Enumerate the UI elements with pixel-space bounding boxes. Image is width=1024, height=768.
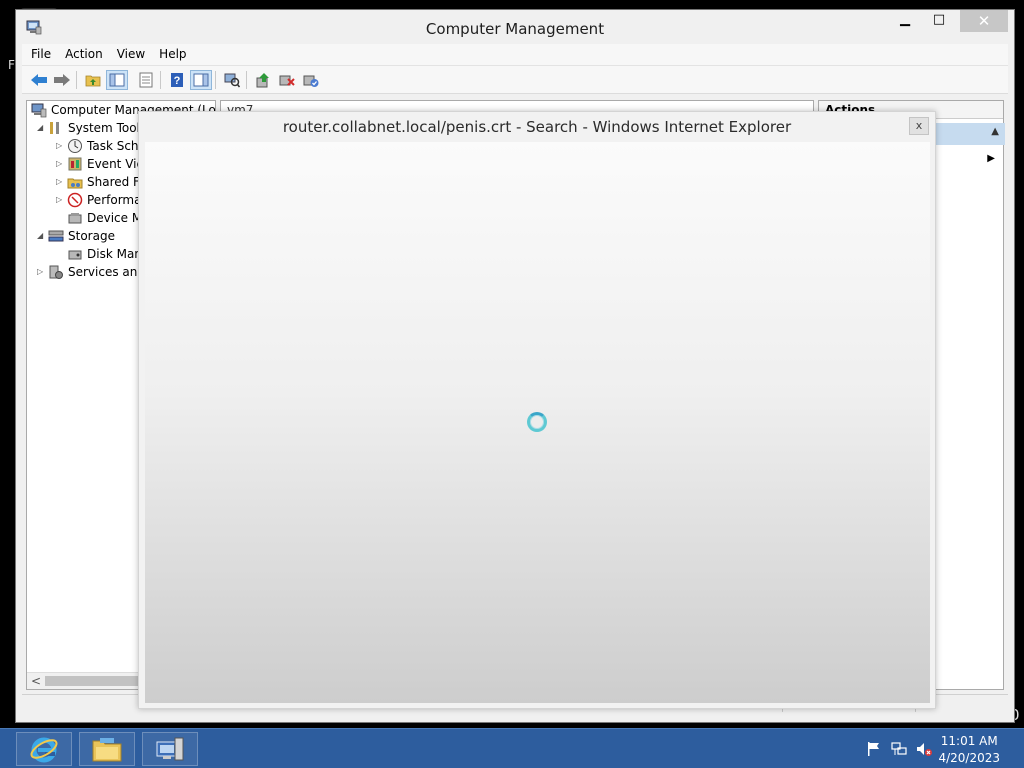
task-scheduler-icon — [68, 139, 82, 153]
ie-dialog-title: router.collabnet.local/penis.crt - Searc… — [282, 118, 792, 136]
close-button[interactable]: ✕ — [960, 10, 1008, 32]
server-manager-icon[interactable] — [142, 732, 198, 766]
expand-arrow-icon[interactable]: ▷ — [56, 160, 64, 168]
clock-time: 11:01 AM — [940, 734, 998, 748]
expand-arrow-icon[interactable]: ▷ — [56, 142, 64, 150]
expand-arrow-icon[interactable]: ▷ — [56, 196, 64, 204]
menu-bar: File Action View Help — [22, 44, 1008, 66]
tree-label: Device M — [87, 211, 143, 225]
title-bar[interactable]: Computer Management ▁ □ ✕ — [22, 10, 1008, 44]
tree-label: System Tools — [68, 121, 147, 135]
toolbar-separator — [246, 71, 247, 89]
expand-arrow-icon[interactable]: ▷ — [37, 268, 45, 276]
toolbar: ? — [22, 66, 1008, 94]
device-manager-icon — [68, 213, 82, 224]
expand-arrow-icon — [56, 250, 64, 258]
action-center-flag-icon[interactable] — [866, 741, 882, 757]
performance-icon — [67, 192, 83, 208]
system-clock[interactable]: 11:01 AM 4/20/2023 — [938, 733, 1000, 767]
shared-folders-icon — [67, 178, 83, 189]
tree-label: Services and — [68, 265, 145, 279]
maximize-button[interactable]: □ — [922, 10, 956, 32]
window-title: Computer Management — [425, 20, 605, 38]
taskbar: 11:01 AM 4/20/2023 — [0, 728, 1024, 768]
storage-icon — [48, 230, 64, 242]
show-hide-action-pane-icon[interactable] — [190, 70, 212, 90]
toolbar-separator — [160, 71, 161, 89]
menu-file[interactable]: File — [24, 44, 58, 61]
scan-hardware-icon[interactable] — [221, 70, 243, 90]
ie-dialog-body — [145, 142, 930, 703]
update-driver-icon[interactable] — [252, 70, 274, 90]
tree-label: Storage — [68, 229, 115, 243]
enable-device-icon[interactable] — [300, 70, 322, 90]
collapse-arrow-icon[interactable]: ◢ — [37, 232, 45, 240]
collapse-up-icon[interactable]: ▲ — [991, 126, 999, 137]
back-icon[interactable] — [28, 70, 50, 90]
minimize-button[interactable]: ▁ — [888, 10, 922, 32]
show-hide-tree-icon[interactable] — [106, 70, 128, 90]
tree-label: Event Vie — [87, 157, 144, 171]
internet-explorer-icon[interactable] — [16, 732, 72, 766]
toolbar-separator — [215, 71, 216, 89]
ie-close-button[interactable]: x — [909, 117, 929, 135]
disk-management-icon — [68, 250, 82, 260]
system-tools-icon — [50, 122, 59, 134]
collapse-arrow-icon[interactable]: ◢ — [37, 124, 45, 132]
expand-arrow-icon[interactable]: ▷ — [56, 178, 64, 186]
svg-text:?: ? — [174, 75, 181, 87]
network-icon[interactable] — [891, 741, 907, 757]
services-and-applications-icon — [49, 265, 63, 279]
clock-date: 4/20/2023 — [938, 751, 1000, 765]
menu-view[interactable]: View — [110, 44, 152, 61]
tree-label: Disk Man — [87, 247, 142, 261]
loading-spinner-icon — [527, 412, 547, 432]
more-actions-arrow-icon[interactable]: ▶ — [987, 153, 995, 164]
expand-arrow-icon — [56, 214, 64, 222]
tree-label: Performa — [87, 193, 142, 207]
uninstall-device-icon[interactable] — [276, 70, 298, 90]
desktop-fragment-left: F — [8, 58, 15, 72]
up-folder-icon[interactable] — [82, 70, 104, 90]
file-explorer-icon[interactable] — [79, 732, 135, 766]
help-icon[interactable]: ? — [166, 70, 188, 90]
event-viewer-icon — [68, 157, 82, 171]
volume-muted-icon[interactable] — [916, 741, 932, 757]
scroll-left-arrow[interactable]: < — [31, 674, 41, 688]
computer-management-icon — [31, 103, 47, 118]
forward-icon[interactable] — [51, 70, 73, 90]
ie-search-dialog: router.collabnet.local/penis.crt - Searc… — [138, 111, 936, 709]
properties-icon[interactable] — [135, 70, 157, 90]
menu-help[interactable]: Help — [152, 44, 193, 61]
menu-action[interactable]: Action — [58, 44, 110, 61]
toolbar-separator — [76, 71, 77, 89]
